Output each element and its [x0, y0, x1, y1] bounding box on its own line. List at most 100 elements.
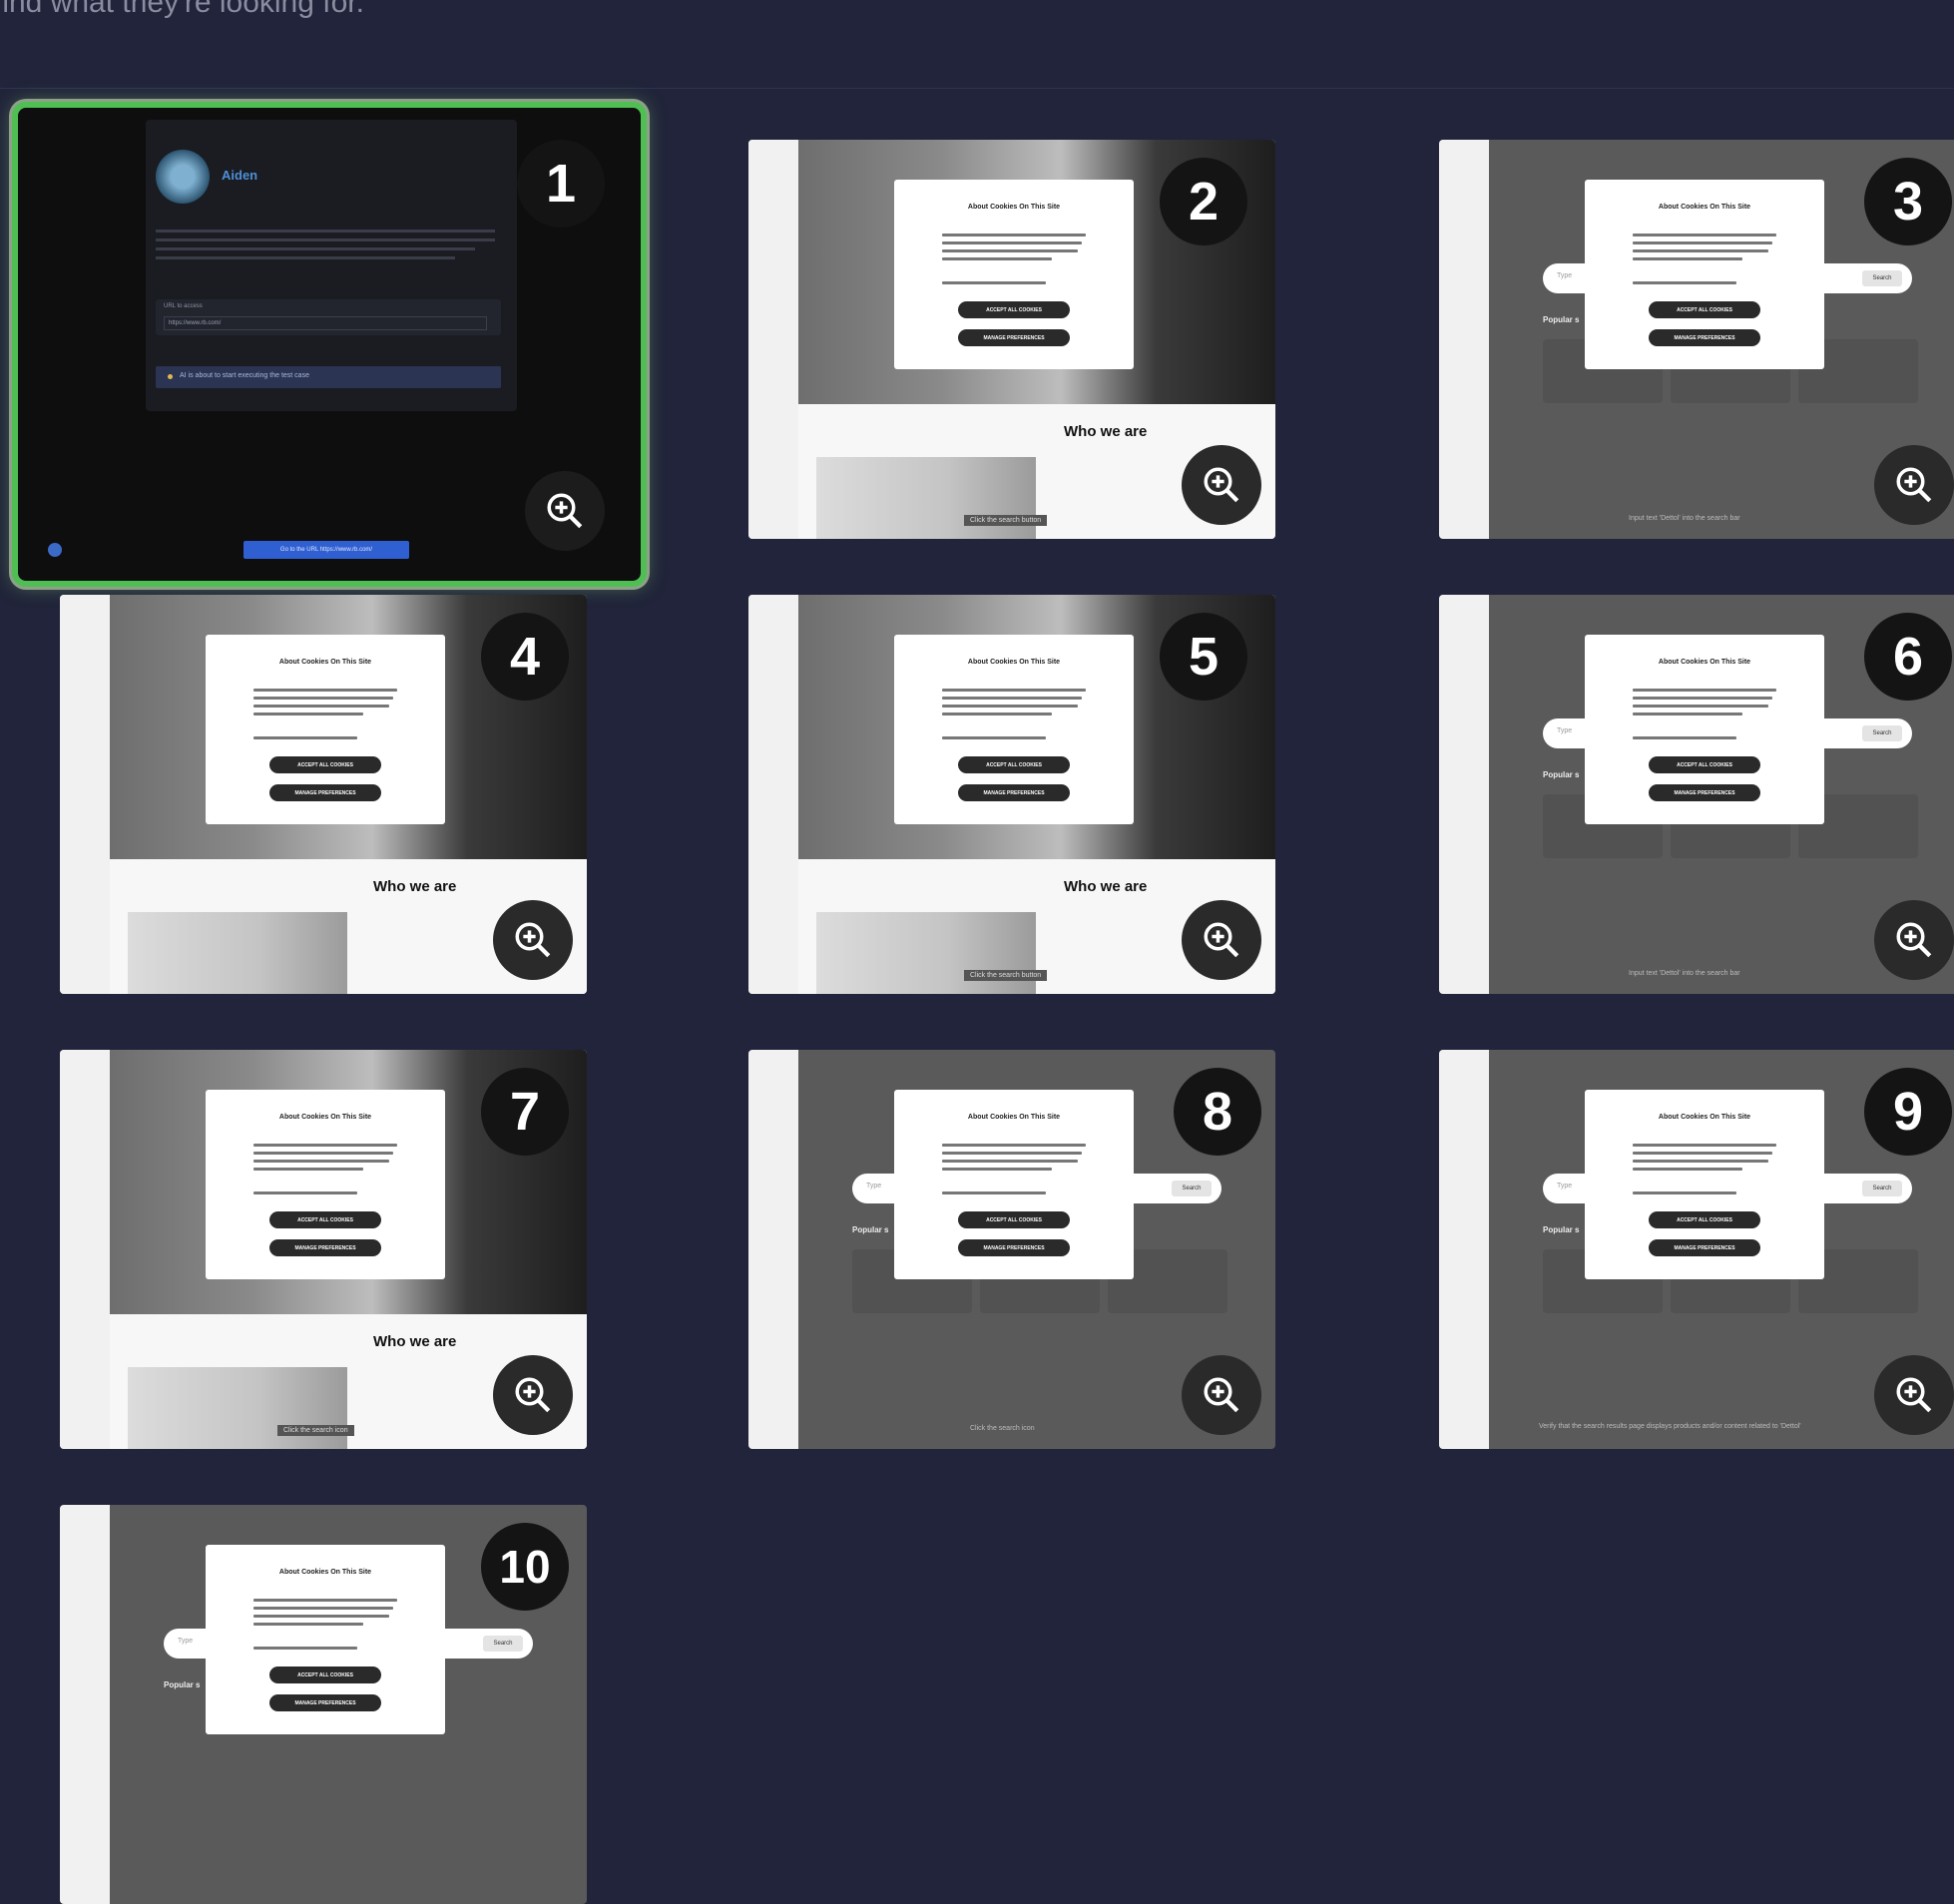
manage-preferences-button[interactable]: MANAGE PREFERENCES [269, 784, 381, 801]
thumbnail-card-4[interactable]: Who we are About Cookies On This Site AC… [60, 595, 587, 994]
search-button[interactable]: Search [483, 1636, 523, 1652]
thumbnail-number-badge: 9 [1864, 1068, 1952, 1156]
zoom-in-button[interactable] [1182, 900, 1261, 980]
url-input[interactable]: https://www.rb.com/ [164, 316, 487, 330]
zoom-in-icon [1896, 922, 1932, 958]
zoom-in-icon [1204, 922, 1239, 958]
zoom-in-button[interactable] [493, 900, 573, 980]
status-bar: AI is about to start executing the test … [156, 366, 501, 388]
popular-searches-label: Popular s [1543, 315, 1580, 324]
thumbnail-card-2[interactable]: Who we are About Cookies On This Site AC… [748, 140, 1275, 539]
accept-cookies-button[interactable]: ACCEPT ALL COOKIES [1649, 756, 1760, 773]
thumbnail-number-badge: 10 [481, 1523, 569, 1611]
cookie-modal-title: About Cookies On This Site [1658, 204, 1751, 211]
cookie-modal: About Cookies On This Site ACCEPT ALL CO… [206, 1545, 445, 1734]
manage-preferences-button[interactable]: MANAGE PREFERENCES [269, 1694, 381, 1711]
thumbnail-number-badge: 4 [481, 613, 569, 701]
site-sidebar [60, 1050, 110, 1449]
cookie-modal: About Cookies On This Site ACCEPT ALL CO… [206, 1090, 445, 1279]
accept-cookies-button[interactable]: ACCEPT ALL COOKIES [269, 1211, 381, 1228]
cookie-modal-title: About Cookies On This Site [278, 659, 372, 666]
thumbnail-card-8[interactable]: Type Search Popular s About Cookies On T… [748, 1050, 1275, 1449]
action-chip: Go to the URL https://www.rb.com/ [244, 541, 409, 559]
site-sidebar [748, 1050, 798, 1449]
cookie-modal: About Cookies On This Site ACCEPT ALL CO… [894, 1090, 1134, 1279]
manage-preferences-button[interactable]: MANAGE PREFERENCES [958, 1239, 1070, 1256]
manage-preferences-button[interactable]: MANAGE PREFERENCES [958, 784, 1070, 801]
thumbnail-number-badge: 1 [517, 140, 605, 228]
search-placeholder: Type [866, 1183, 882, 1190]
step-caption: Click the search button [964, 515, 1048, 526]
thumbnail-card-1[interactable]: Aiden URL to access https://www.rb.com/ … [12, 102, 647, 587]
step-caption: Verify that the search results page disp… [1539, 1423, 1801, 1430]
thumbnail-card-6[interactable]: Type Search Popular s About Cookies On T… [1439, 595, 1954, 994]
manage-preferences-button[interactable]: MANAGE PREFERENCES [1649, 329, 1760, 346]
site-sidebar [1439, 1050, 1489, 1449]
zoom-in-icon [515, 922, 551, 958]
thumbnail-card-3[interactable]: Type Search Popular s About Cookies On T… [1439, 140, 1954, 539]
zoom-in-button[interactable] [1874, 1355, 1954, 1435]
thumbnail-number-badge: 2 [1160, 158, 1247, 245]
page-caption: find what they're looking for. [0, 0, 364, 19]
thumbnail-card-10[interactable]: Type Search Popular s About Cookies On T… [60, 1505, 587, 1904]
search-placeholder: Type [1557, 1183, 1573, 1190]
manage-preferences-button[interactable]: MANAGE PREFERENCES [958, 329, 1070, 346]
site-sidebar [60, 595, 110, 994]
who-we-are-heading: Who we are [1064, 423, 1148, 440]
thumbnail-number-badge: 6 [1864, 613, 1952, 701]
search-placeholder: Type [1557, 272, 1573, 279]
manage-preferences-button[interactable]: MANAGE PREFERENCES [269, 1239, 381, 1256]
zoom-in-icon [515, 1377, 551, 1413]
cookie-modal: About Cookies On This Site ACCEPT ALL CO… [1585, 1090, 1824, 1279]
status-text: AI is about to start executing the test … [180, 372, 309, 379]
cookie-modal-title: About Cookies On This Site [1658, 1114, 1751, 1121]
agent-description [156, 230, 495, 259]
thumbnail-card-7[interactable]: Who we are About Cookies On This Site AC… [60, 1050, 587, 1449]
cookie-modal-title: About Cookies On This Site [278, 1114, 372, 1121]
cookie-modal-title: About Cookies On This Site [967, 1114, 1061, 1121]
who-we-are-heading: Who we are [373, 1333, 457, 1350]
zoom-in-button[interactable] [493, 1355, 573, 1435]
thumbnail-card-5[interactable]: Who we are About Cookies On This Site AC… [748, 595, 1275, 994]
cookie-modal: About Cookies On This Site ACCEPT ALL CO… [1585, 180, 1824, 369]
accept-cookies-button[interactable]: ACCEPT ALL COOKIES [958, 301, 1070, 318]
zoom-in-button[interactable] [525, 471, 605, 551]
accept-cookies-button[interactable]: ACCEPT ALL COOKIES [1649, 301, 1760, 318]
step-caption: Click the search button [964, 970, 1048, 981]
zoom-in-icon [1204, 467, 1239, 503]
zoom-in-icon [547, 493, 583, 529]
accept-cookies-button[interactable]: ACCEPT ALL COOKIES [958, 756, 1070, 773]
info-icon[interactable] [48, 543, 62, 557]
zoom-in-button[interactable] [1182, 445, 1261, 525]
popular-searches-label: Popular s [852, 1225, 889, 1234]
manage-preferences-button[interactable]: MANAGE PREFERENCES [1649, 784, 1760, 801]
zoom-in-button[interactable] [1874, 900, 1954, 980]
cookie-modal: About Cookies On This Site ACCEPT ALL CO… [894, 180, 1134, 369]
cookie-modal-title: About Cookies On This Site [967, 204, 1061, 211]
search-button[interactable]: Search [1172, 1181, 1212, 1196]
thumbnail-card-9[interactable]: Type Search Popular s About Cookies On T… [1439, 1050, 1954, 1449]
zoom-in-icon [1204, 1377, 1239, 1413]
site-sidebar [748, 140, 798, 539]
manage-preferences-button[interactable]: MANAGE PREFERENCES [1649, 1239, 1760, 1256]
room-image [128, 912, 347, 994]
cookie-modal-title: About Cookies On This Site [967, 659, 1061, 666]
cookie-modal-title: About Cookies On This Site [278, 1569, 372, 1576]
zoom-in-button[interactable] [1874, 445, 1954, 525]
search-button[interactable]: Search [1862, 270, 1902, 286]
site-sidebar [1439, 140, 1489, 539]
accept-cookies-button[interactable]: ACCEPT ALL COOKIES [269, 756, 381, 773]
agent-panel: Aiden URL to access https://www.rb.com/ … [146, 120, 517, 411]
accept-cookies-button[interactable]: ACCEPT ALL COOKIES [958, 1211, 1070, 1228]
url-label: URL to access [164, 303, 203, 309]
zoom-in-button[interactable] [1182, 1355, 1261, 1435]
accept-cookies-button[interactable]: ACCEPT ALL COOKIES [1649, 1211, 1760, 1228]
search-placeholder: Type [1557, 727, 1573, 734]
search-placeholder: Type [178, 1638, 194, 1645]
accept-cookies-button[interactable]: ACCEPT ALL COOKIES [269, 1666, 381, 1683]
thumbnail-number-badge: 8 [1174, 1068, 1261, 1156]
agent-name: Aiden [222, 168, 258, 183]
step-caption: Input text 'Dettol' into the search bar [1629, 515, 1740, 522]
search-button[interactable]: Search [1862, 725, 1902, 741]
search-button[interactable]: Search [1862, 1181, 1902, 1196]
